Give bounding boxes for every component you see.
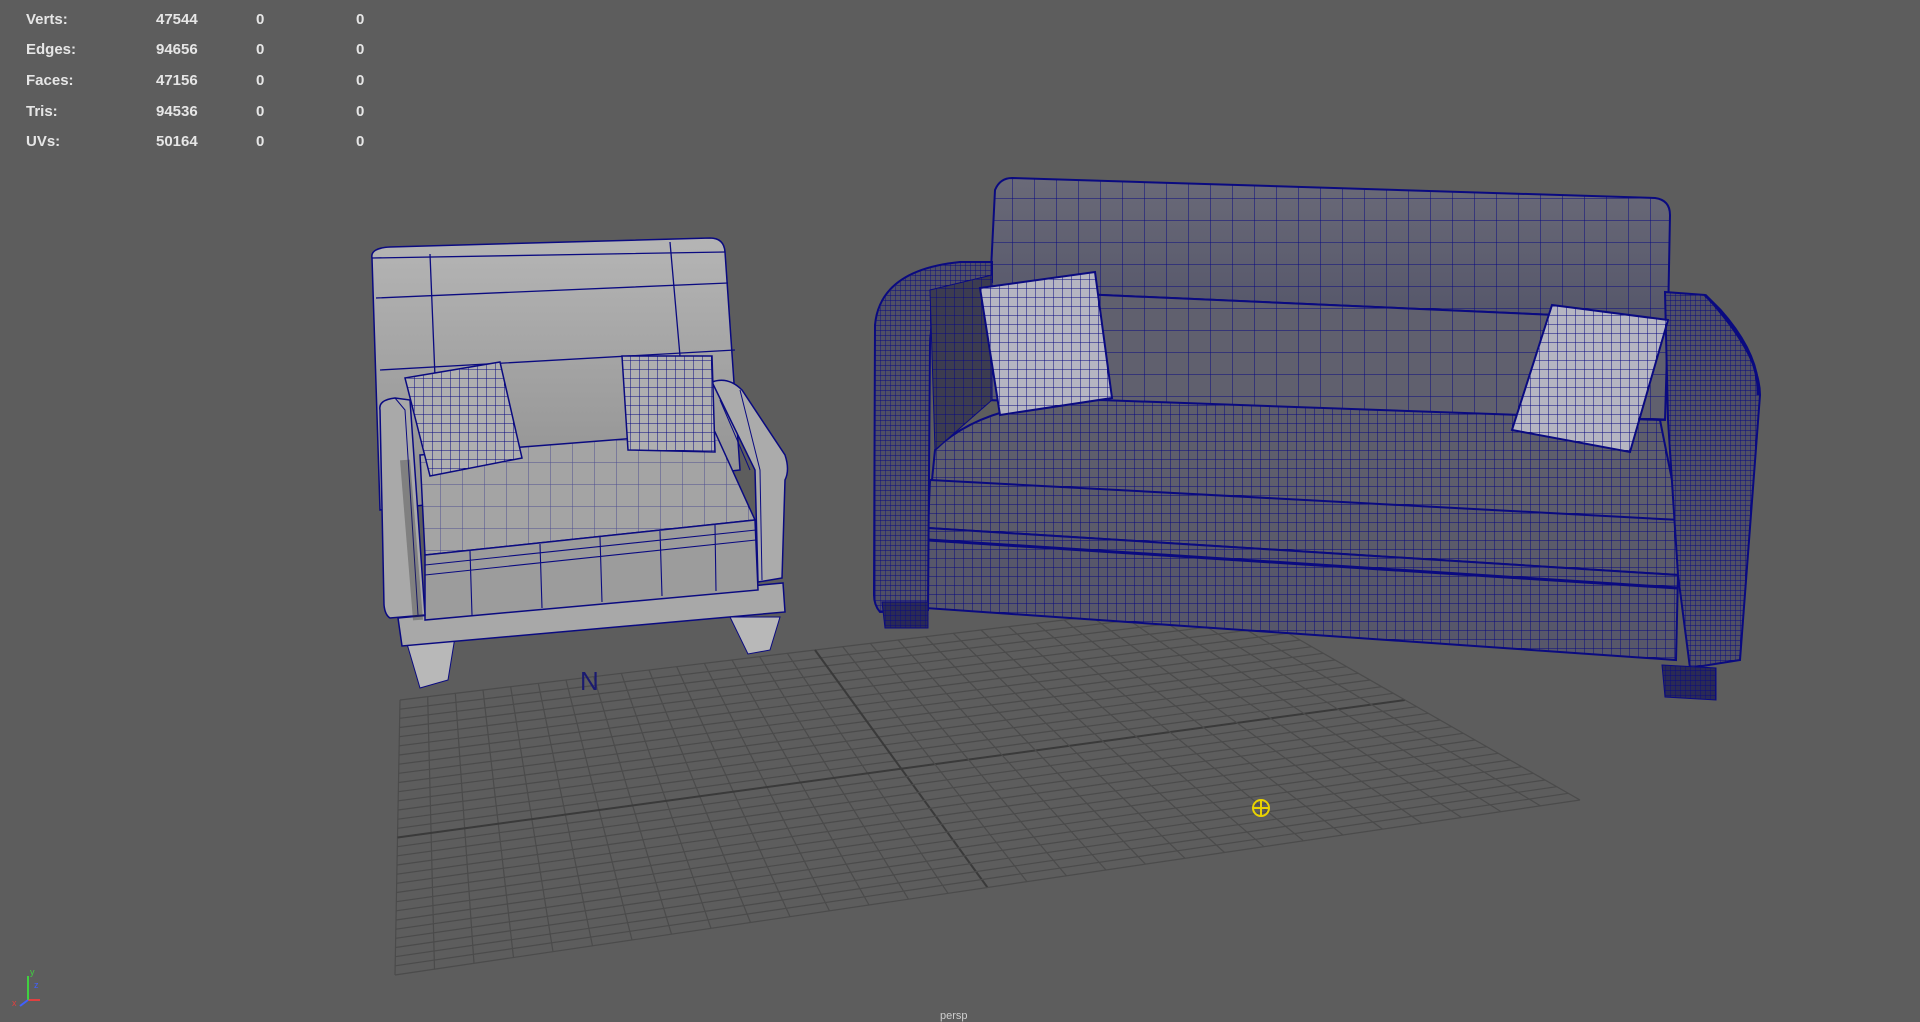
hud-value: 0 — [256, 10, 265, 28]
viewport-perspective[interactable]: N Verts: 47544 0 0 Edges: 94656 0 0 Face… — [0, 0, 1920, 1022]
poly-count-hud: Verts: 47544 0 0 Edges: 94656 0 0 Faces: 47156 0 0 T… — [26, 4, 416, 157]
axis-y-label: y — [30, 967, 35, 977]
grid-line — [397, 706, 1417, 848]
hud-label: UVs: — [26, 133, 61, 151]
pivot-manipulator — [1252, 799, 1270, 817]
hud-row: Edges: 94656 0 0 — [26, 35, 416, 66]
hud-value: 0 — [256, 133, 265, 151]
grid-line — [395, 772, 1534, 939]
armchair-model — [371, 237, 789, 689]
hud-value: 0 — [256, 102, 265, 120]
hud-row: Verts: 47544 0 0 — [26, 4, 416, 35]
hud-value: 0 — [356, 71, 365, 89]
axis-x-label: x — [12, 998, 17, 1008]
hud-value: 0 — [256, 71, 265, 89]
hud-value: 0 — [356, 102, 365, 120]
ground-grid — [394, 599, 1581, 976]
grid-line — [397, 712, 1429, 857]
hud-value: 94536 — [156, 102, 198, 120]
hud-value: 47156 — [156, 71, 198, 89]
grid-line — [869, 642, 1067, 877]
hud-row: Faces: 47156 0 0 — [26, 65, 416, 96]
axis-z-label: z — [34, 980, 39, 990]
grid-line — [395, 766, 1522, 930]
view-axis-indicator: y x z — [12, 967, 40, 1008]
hud-value: 0 — [256, 41, 265, 59]
hud-label: Edges: — [26, 41, 77, 59]
hud-value: 50164 — [156, 133, 198, 151]
grid-line — [395, 792, 1569, 967]
north-label: N — [580, 666, 599, 696]
grid-line — [897, 639, 1107, 871]
sofa-model — [872, 176, 1762, 701]
camera-label: persp — [940, 1010, 968, 1022]
hud-label: Faces: — [26, 71, 74, 89]
grid-line — [395, 759, 1511, 921]
hud-label: Verts: — [26, 10, 68, 28]
grid-line — [396, 752, 1499, 912]
hud-value: 0 — [356, 133, 365, 151]
hud-value: 0 — [356, 10, 365, 28]
grid-line — [395, 786, 1557, 958]
hud-value: 0 — [356, 41, 365, 59]
hud-row: Tris: 94536 0 0 — [26, 96, 416, 127]
hud-row: UVs: 50164 0 0 — [26, 126, 416, 157]
hud-label: Tris: — [26, 102, 58, 120]
hud-value: 47544 — [156, 10, 198, 28]
hud-value: 94656 — [156, 41, 198, 59]
